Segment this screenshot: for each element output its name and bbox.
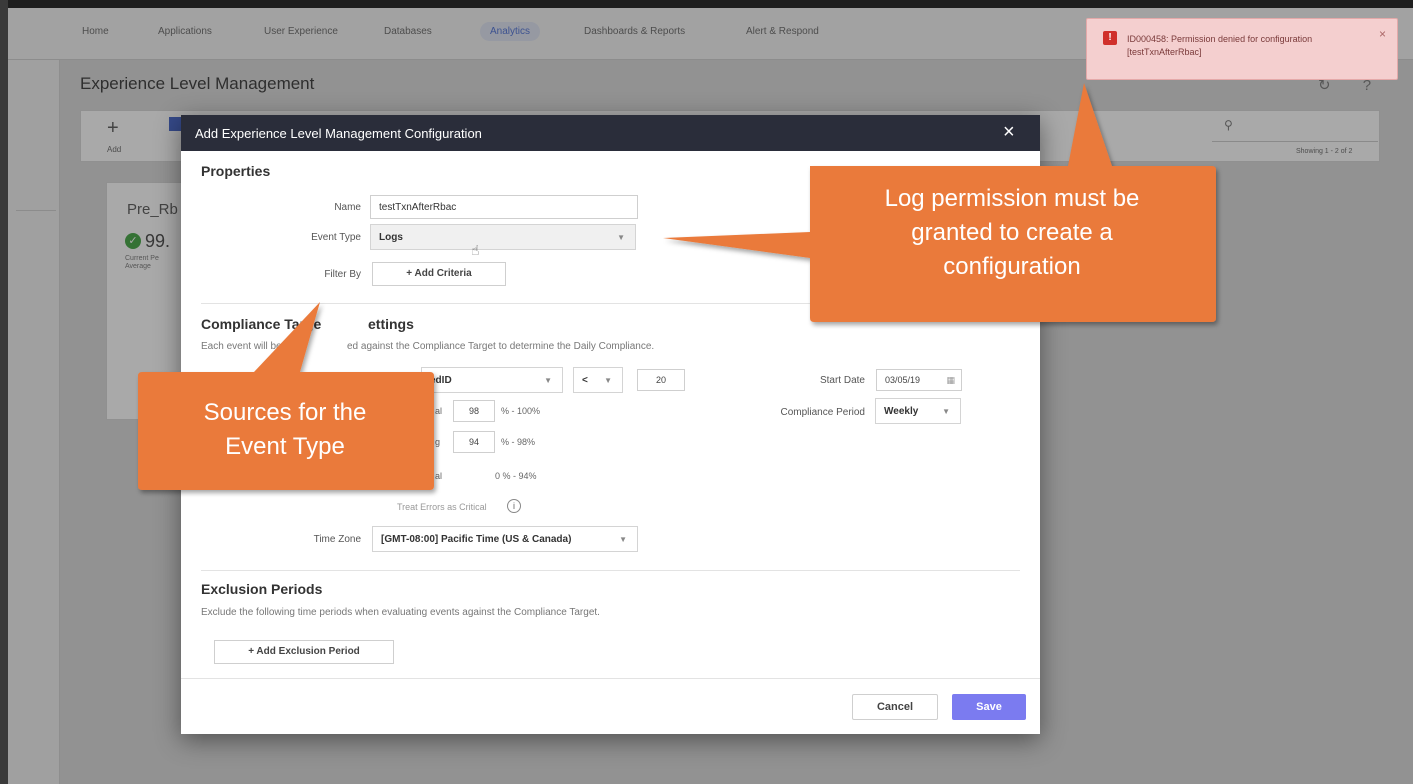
dialog-header: Add Experience Level Management Configur…	[181, 115, 1040, 151]
event-type-label: Event Type	[311, 232, 361, 243]
compliance-period-select[interactable]: Weekly ▼	[875, 398, 961, 424]
compliance-period-value: Weekly	[884, 406, 919, 417]
footer-divider	[181, 678, 1040, 679]
hand-cursor-icon: ☝	[471, 242, 480, 258]
add-criteria-button[interactable]: + Add Criteria	[372, 262, 506, 286]
compliance-heading-right: ettings	[368, 316, 414, 332]
row2-label: g	[435, 437, 441, 447]
event-type-select[interactable]: Logs ▼	[370, 224, 636, 250]
chevron-down-icon: ▼	[942, 407, 950, 416]
row3-range: 0 % - 94%	[495, 471, 537, 481]
time-zone-label: Time Zone	[313, 534, 361, 545]
time-zone-value: [GMT-08:00] Pacific Time (US & Canada)	[381, 534, 572, 545]
callout-right-line2: granted to create a	[911, 219, 1113, 246]
start-date-input[interactable]: 03/05/19 ▦	[876, 369, 962, 391]
operator-select[interactable]: < ▼	[573, 367, 623, 393]
compliance-desc-left: Each event will be e	[201, 341, 290, 352]
add-exclusion-period-button[interactable]: + Add Exclusion Period	[214, 640, 394, 664]
chevron-down-icon: ▼	[617, 233, 625, 242]
exclusion-heading: Exclusion Periods	[201, 581, 323, 597]
compliance-period-label: Compliance Period	[780, 407, 866, 418]
name-field[interactable]: testTxnAfterRbac	[370, 195, 638, 219]
close-icon[interactable]: ×	[1003, 121, 1015, 144]
window-left-edge	[0, 0, 8, 784]
cancel-button[interactable]: Cancel	[852, 694, 938, 720]
callout-right-line1: Log permission must be	[884, 185, 1140, 212]
start-date-label: Start Date	[819, 375, 865, 386]
section-divider	[201, 570, 1020, 571]
row2-input[interactable]: 94	[453, 431, 495, 453]
name-label: Name	[334, 202, 361, 213]
filter-by-label: Filter By	[324, 269, 361, 280]
time-zone-select[interactable]: [GMT-08:00] Pacific Time (US & Canada) ▼	[372, 526, 638, 552]
callout-left-line2: Event Type	[225, 433, 345, 460]
callout-left-line1: Sources for the	[203, 399, 367, 426]
dialog-title: Add Experience Level Management Configur…	[195, 126, 482, 141]
compliance-heading-left: Compliance Targe	[201, 316, 322, 332]
row1-input[interactable]: 98	[453, 400, 495, 422]
start-date-value: 03/05/19	[885, 375, 921, 385]
compliance-desc-right: ed against the Compliance Target to dete…	[347, 341, 655, 352]
exclusion-desc: Exclude the following time periods when …	[201, 607, 600, 618]
properties-heading: Properties	[201, 163, 271, 179]
error-icon: !	[1103, 31, 1117, 45]
chevron-down-icon: ▼	[544, 376, 552, 385]
callout-right-line3: configuration	[943, 253, 1081, 280]
compliance-field-select[interactable]: edID ▼	[421, 367, 563, 393]
event-type-value: Logs	[379, 232, 403, 243]
operator-value: <	[582, 375, 588, 386]
chevron-down-icon: ▼	[619, 535, 627, 544]
chevron-down-icon: ▼	[604, 376, 612, 385]
callout-right-text: Log permission must be granted to create…	[816, 182, 1208, 284]
info-icon[interactable]: i	[507, 499, 521, 513]
error-message: ID000458: Permission denied for configur…	[1127, 34, 1313, 57]
threshold-input[interactable]: 20	[637, 369, 685, 391]
section-divider	[201, 303, 1020, 304]
treat-errors-label[interactable]: Treat Errors as Critical	[397, 502, 487, 512]
error-toast: ! ID000458: Permission denied for config…	[1086, 18, 1398, 80]
toast-close-icon[interactable]: ×	[1379, 27, 1386, 41]
row2-range: % - 98%	[501, 437, 536, 447]
calendar-icon[interactable]: ▦	[946, 370, 955, 390]
callout-left-text: Sources for the Event Type	[140, 396, 430, 464]
row1-label: al	[435, 406, 443, 416]
row3-label: al	[435, 471, 443, 481]
save-button[interactable]: Save	[952, 694, 1026, 720]
row1-range: % - 100%	[501, 406, 541, 416]
window-top-edge	[0, 0, 1413, 8]
compliance-field-value: edID	[430, 375, 452, 386]
